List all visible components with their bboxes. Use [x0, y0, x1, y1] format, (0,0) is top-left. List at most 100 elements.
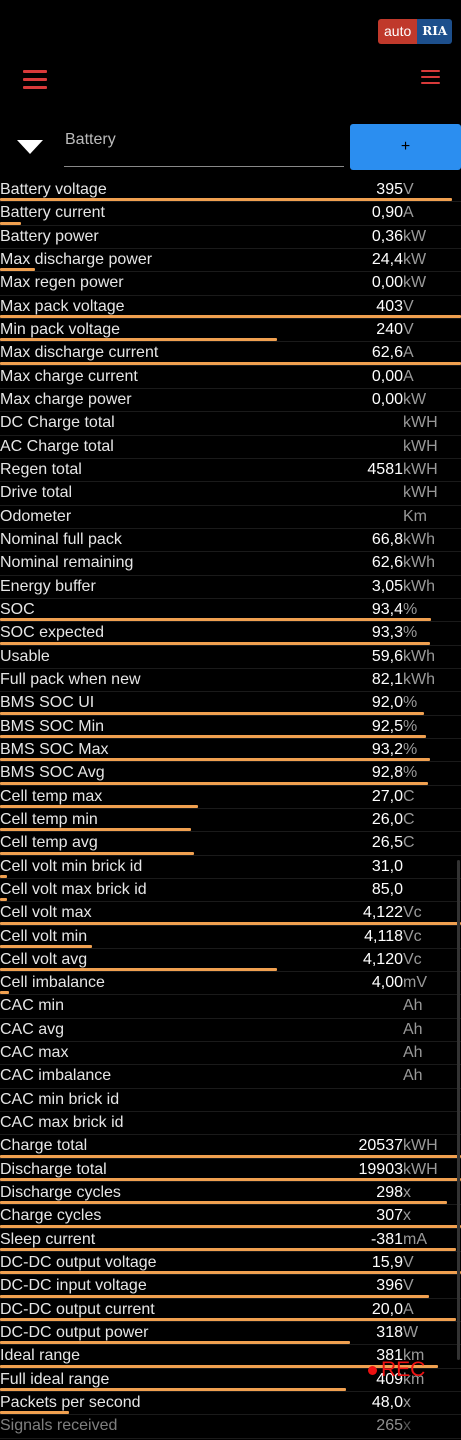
data-row[interactable]: Max charge current 0,00 A — [0, 366, 461, 389]
data-row[interactable]: Battery current 0,90 A — [0, 202, 461, 226]
data-row[interactable]: BMS SOC UI 92,0% — [0, 692, 461, 716]
row-unit: Km — [403, 507, 427, 525]
row-name: Sleep current — [0, 1230, 96, 1248]
data-row[interactable]: Min pack voltage 240 V — [0, 319, 461, 343]
data-row[interactable]: Max pack voltage 403 V — [0, 296, 461, 319]
data-row[interactable]: CAC max brick id — [0, 1112, 461, 1136]
row-value: 4,122 — [362, 904, 403, 922]
data-row[interactable]: Cell volt avg 4,120 Vc — [0, 949, 461, 973]
data-row[interactable]: DC-DC output voltage 15,9 V — [0, 1252, 461, 1276]
data-row[interactable]: CAC avg Ah — [0, 1019, 461, 1043]
data-row[interactable]: Charge total 20537 kWH — [0, 1135, 461, 1159]
hamburger-menu-icon[interactable] — [23, 70, 47, 94]
data-row[interactable]: Cell volt max brick id 85,0 — [0, 879, 461, 903]
row-name: Full ideal range — [0, 1370, 110, 1388]
data-row[interactable]: Battery voltage 395 V — [0, 179, 461, 203]
row-value: 85,0 — [371, 880, 403, 898]
data-row[interactable]: Signals received 265 x — [0, 1415, 461, 1439]
data-row[interactable]: BMS SOC Max 93,2% — [0, 739, 461, 763]
data-row[interactable]: Drive total kWH — [0, 482, 461, 506]
row-name: CAC avg — [0, 1020, 65, 1038]
row-unit: % — [403, 717, 418, 735]
row-name: SOC expected — [0, 624, 105, 642]
data-row[interactable]: Max charge power 0,00 kW — [0, 389, 461, 413]
row-value: 26,5 — [371, 834, 403, 852]
data-row[interactable]: AC Charge total kWH — [0, 436, 461, 459]
row-unit: Vc — [403, 927, 422, 945]
row-unit: A — [403, 367, 414, 385]
row-name: Cell volt max — [0, 904, 92, 922]
row-value: 93,3 — [371, 624, 403, 642]
data-row[interactable]: DC-DC output power 318 W — [0, 1322, 461, 1346]
panel-select-label[interactable]: Battery — [65, 131, 116, 149]
data-row[interactable]: Regen total 4581 kWH — [0, 459, 461, 483]
row-name: Cell volt max brick id — [0, 880, 147, 898]
row-unit: Ah — [403, 1067, 423, 1085]
data-row[interactable]: CAC imbalance Ah — [0, 1065, 461, 1089]
row-unit: V — [403, 1254, 414, 1272]
row-unit: kWH — [403, 414, 438, 432]
data-row[interactable]: DC Charge total kWH — [0, 412, 461, 436]
data-row[interactable]: Cell volt min brick id 31,0 — [0, 856, 461, 879]
data-row[interactable]: Cell volt max 4,122 Vc — [0, 902, 461, 926]
data-row[interactable]: Nominal full pack 66,8 kWh — [0, 529, 461, 553]
data-row[interactable]: CAC min brick id — [0, 1089, 461, 1113]
data-row[interactable]: Cell temp min 26,0 C — [0, 809, 461, 833]
data-row[interactable]: Nominal remaining 62,6 kWh — [0, 552, 461, 576]
row-value: 4581 — [367, 460, 403, 478]
data-row[interactable]: BMS SOC Avg 92,8% — [0, 762, 461, 786]
data-row[interactable]: CAC min Ah — [0, 995, 461, 1019]
row-value: 59,6 — [371, 647, 403, 665]
row-unit: kWH — [403, 1137, 438, 1155]
data-row[interactable]: Charge cycles 307 x — [0, 1205, 461, 1229]
data-row[interactable]: Cell volt min 4,118 Vc — [0, 926, 461, 949]
row-name: Regen total — [0, 460, 82, 478]
row-value: 31,0 — [371, 857, 403, 875]
data-row[interactable]: Cell temp max 27,0 C — [0, 786, 461, 809]
row-value: 92,0 — [371, 694, 403, 712]
row-value: 265 — [376, 1417, 403, 1435]
data-row[interactable]: SOC expected 93,3% — [0, 622, 461, 646]
row-unit: mV — [403, 974, 427, 992]
data-row[interactable]: Cell temp avg 26,5 C — [0, 832, 461, 856]
row-name: CAC min — [0, 997, 65, 1015]
row-name: Cell temp avg — [0, 834, 98, 852]
row-value: 0,00 — [371, 274, 403, 292]
row-name: CAC max brick id — [0, 1114, 124, 1132]
row-unit: A — [403, 204, 414, 222]
data-row[interactable]: BMS SOC Min 92,5% — [0, 716, 461, 739]
row-name: Usable — [0, 647, 50, 665]
data-row[interactable]: Packets per second 48,0 x — [0, 1392, 461, 1416]
data-row[interactable]: SOC 93,4% — [0, 599, 461, 623]
data-row[interactable]: Max discharge power 24,4 kW — [0, 249, 461, 273]
data-row[interactable]: Battery power 0,36 kW — [0, 226, 461, 249]
data-row[interactable]: Full pack when new 82,1 kWh — [0, 669, 461, 693]
data-row[interactable]: Usable 59,6 kWh — [0, 646, 461, 669]
scrollbar[interactable] — [457, 860, 460, 1360]
panel-select-underline — [64, 166, 344, 167]
data-row[interactable]: Max discharge current 62,6 A — [0, 342, 461, 366]
row-unit: x — [403, 1184, 411, 1202]
data-row[interactable]: Discharge cycles 298 x — [0, 1182, 461, 1206]
data-row[interactable]: Cell imbalance 4,00 mV — [0, 972, 461, 996]
rec-label: REC — [381, 1358, 426, 1381]
dropdown-arrow-icon[interactable] — [17, 140, 43, 154]
data-row[interactable]: DC-DC input voltage 396 V — [0, 1275, 461, 1299]
row-name: DC-DC output power — [0, 1324, 149, 1342]
data-row[interactable]: CAC max Ah — [0, 1042, 461, 1066]
data-row[interactable]: DC-DC output current 20,0 A — [0, 1299, 461, 1323]
add-button[interactable]: + — [350, 124, 461, 170]
row-name: BMS SOC Max — [0, 740, 109, 758]
data-row[interactable]: Max regen power 0,00 kW — [0, 272, 461, 296]
data-row[interactable]: Discharge total 19903 kWH — [0, 1159, 461, 1183]
row-name: Cell temp max — [0, 787, 103, 805]
row-name: Discharge cycles — [0, 1184, 121, 1202]
data-row[interactable]: Odometer Km — [0, 506, 461, 529]
secondary-menu-icon[interactable] — [421, 70, 440, 88]
data-row[interactable]: Sleep current -381 mA — [0, 1229, 461, 1253]
row-unit: kW — [403, 227, 427, 245]
row-unit: kWh — [403, 554, 435, 572]
row-unit: kW — [403, 250, 427, 268]
data-row[interactable]: Energy buffer 3,05 kWh — [0, 576, 461, 599]
row-value: 307 — [376, 1207, 403, 1225]
